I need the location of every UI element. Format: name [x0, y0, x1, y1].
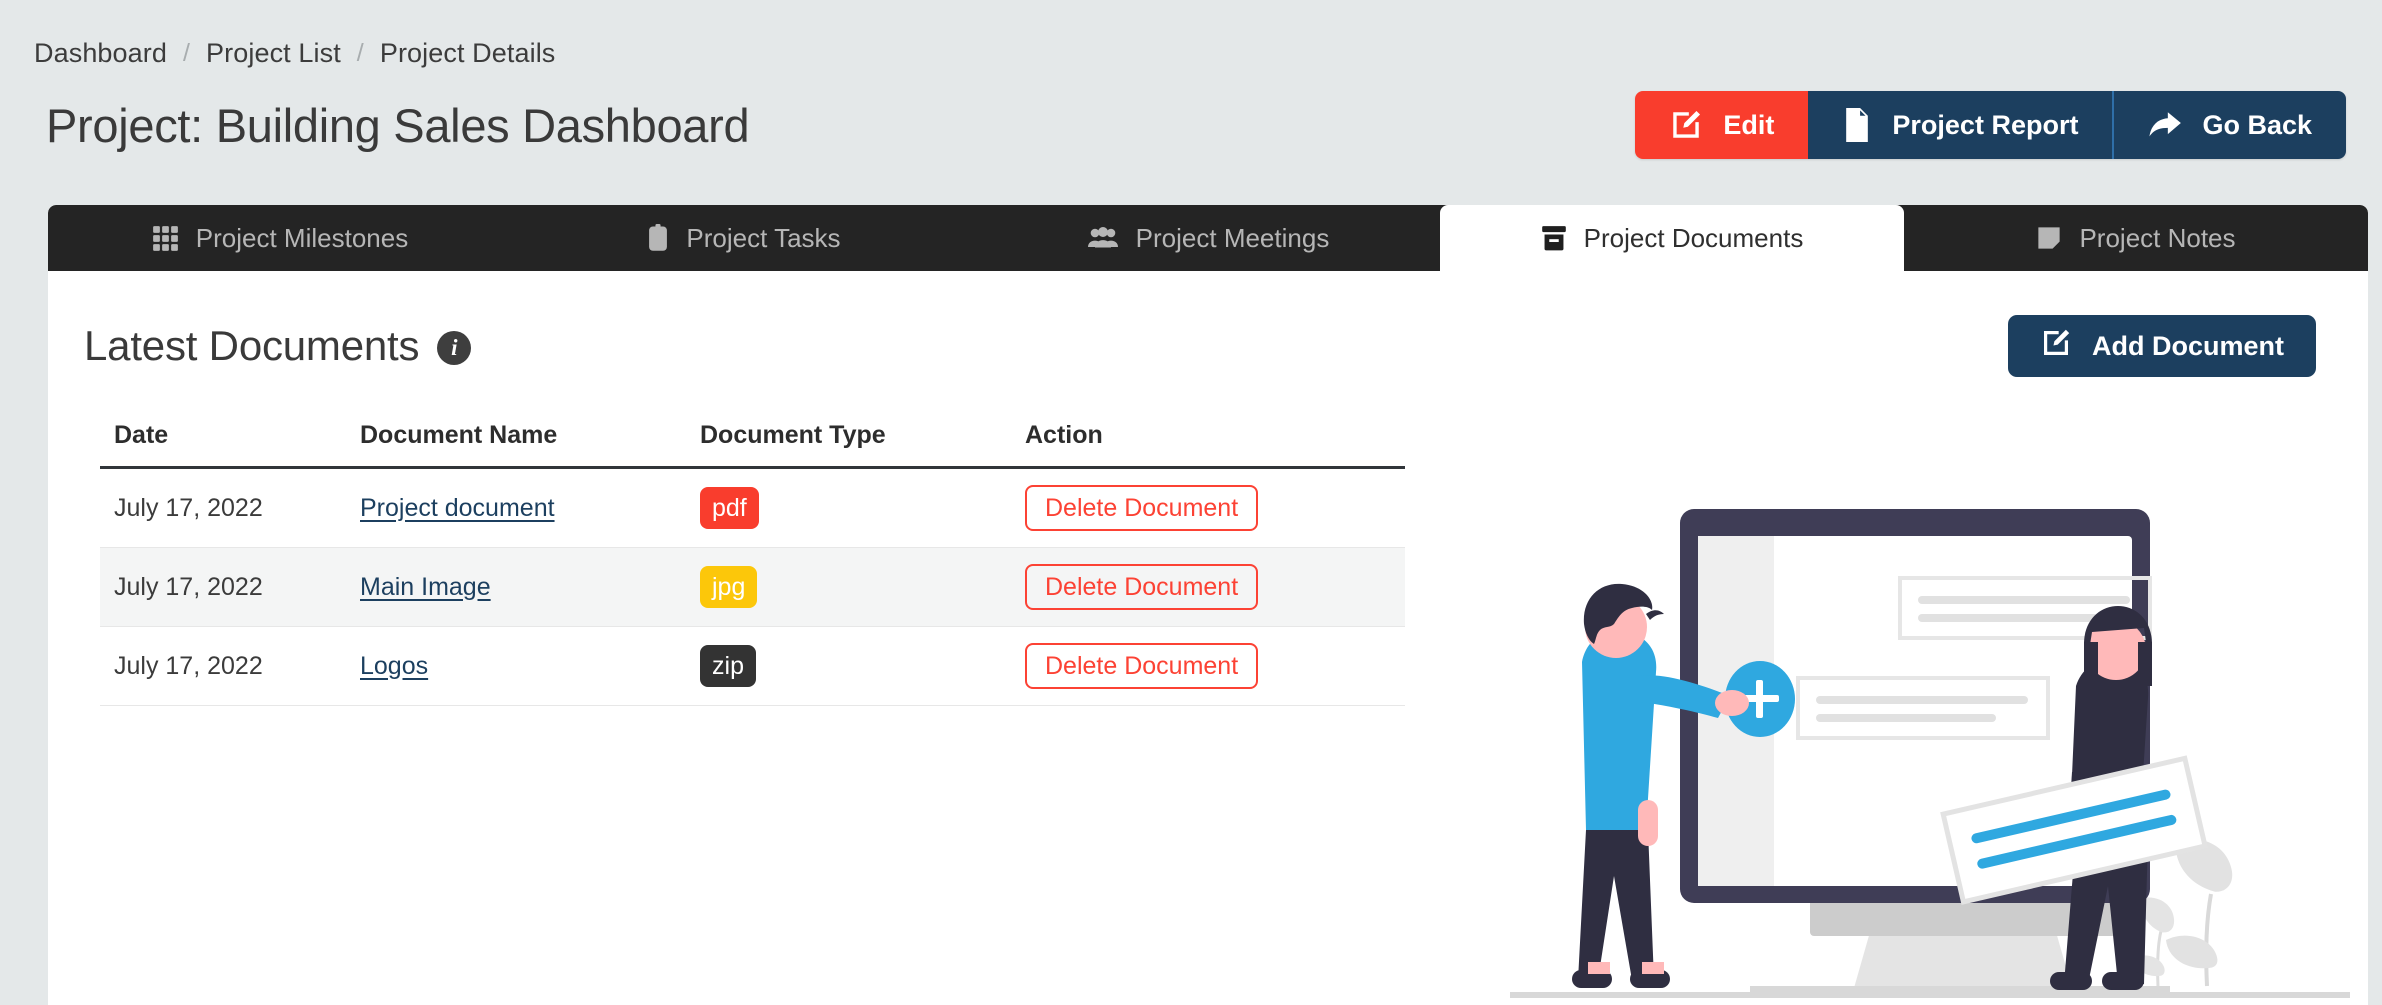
edit-button[interactable]: Edit [1635, 91, 1809, 159]
document-type-badge: jpg [700, 566, 758, 608]
cell-document-name: Project document [360, 467, 700, 548]
grid-icon [152, 225, 179, 252]
document-link[interactable]: Logos [360, 652, 428, 680]
people-adding-content-illustration [1510, 500, 2350, 1005]
documents-table-wrap: Date Document Name Document Type Action … [48, 377, 1423, 706]
delete-document-button[interactable]: Delete Document [1025, 564, 1259, 610]
breadcrumb-item-project-details: Project Details [379, 38, 556, 68]
column-header-document-name: Document Name [360, 421, 700, 469]
tab-label: Project Meetings [1135, 222, 1330, 253]
tab-label: Project Notes [2079, 222, 2236, 253]
cell-date: July 17, 2022 [100, 626, 360, 706]
breadcrumb-separator: / [183, 39, 191, 67]
cell-action: Delete Document [1025, 547, 1405, 627]
tab-project-milestones[interactable]: Project Milestones [48, 205, 512, 271]
table-row: July 17, 2022 Project document pdf Delet… [100, 467, 1405, 548]
tab-label: Project Documents [1583, 222, 1804, 253]
breadcrumb-separator: / [356, 39, 364, 67]
table-row: July 17, 2022 Logos zip Delete Document [100, 626, 1405, 706]
tab-project-tasks[interactable]: Project Tasks [512, 205, 976, 271]
page-title: Project: Building Sales Dashboard [46, 98, 750, 152]
tab-bar: Project Milestones Project Tasks Project… [48, 205, 2368, 271]
column-header-date: Date [100, 421, 360, 469]
cell-document-type: zip [700, 626, 1025, 706]
add-document-button[interactable]: Add Document [2008, 315, 2316, 377]
go-back-button-label: Go Back [2202, 109, 2312, 140]
table-head: Date Document Name Document Type Action [100, 421, 1405, 469]
arrow-reply-icon [2148, 110, 2182, 140]
cell-date: July 17, 2022 [100, 547, 360, 627]
cell-document-type: jpg [700, 547, 1025, 627]
document-link[interactable]: Main Image [360, 573, 491, 601]
delete-document-button[interactable]: Delete Document [1025, 485, 1259, 531]
tab-label: Project Milestones [195, 222, 409, 253]
column-header-document-type: Document Type [700, 421, 1025, 469]
header-action-buttons: Edit Project Report Go Back [1635, 91, 2346, 159]
add-document-button-label: Add Document [2092, 330, 2284, 361]
breadcrumb: Dashboard / Project List / Project Detai… [0, 0, 2382, 69]
page-header: Project: Building Sales Dashboard Edit P… [0, 69, 2382, 159]
plant-decoration [2133, 839, 2233, 988]
project-documents-panel: Latest Documents i Add Document Date Doc… [48, 271, 2368, 1005]
sticky-note-icon [2036, 225, 2062, 251]
document-link[interactable]: Project document [360, 494, 555, 522]
document-type-badge: pdf [700, 487, 759, 529]
tab-project-meetings[interactable]: Project Meetings [976, 205, 1440, 271]
illustration-person-left [1572, 583, 1749, 988]
documents-table: Date Document Name Document Type Action … [100, 421, 1405, 706]
edit-button-label: Edit [1723, 109, 1775, 140]
cell-document-name: Main Image [360, 547, 700, 627]
table-row: July 17, 2022 Main Image jpg Delete Docu… [100, 547, 1405, 627]
section-header: Latest Documents i Add Document [48, 271, 2368, 377]
people-icon [1087, 226, 1119, 250]
project-report-button-label: Project Report [1892, 109, 2079, 140]
cell-action: Delete Document [1025, 626, 1405, 706]
clipboard-icon [647, 224, 669, 252]
breadcrumb-item-project-list[interactable]: Project List [206, 38, 341, 69]
cell-action: Delete Document [1025, 467, 1405, 548]
tab-project-notes[interactable]: Project Notes [1904, 205, 2368, 271]
cell-document-name: Logos [360, 626, 700, 706]
column-header-action: Action [1025, 421, 1405, 469]
project-report-button[interactable]: Project Report [1808, 91, 2115, 159]
go-back-button[interactable]: Go Back [2114, 91, 2346, 159]
tab-label: Project Tasks [686, 222, 841, 253]
section-title: Latest Documents [84, 322, 420, 369]
document-icon [1842, 108, 1872, 142]
breadcrumb-item-dashboard[interactable]: Dashboard [34, 38, 167, 69]
tab-project-documents[interactable]: Project Documents [1440, 205, 1904, 271]
cell-document-type: pdf [700, 467, 1025, 548]
archive-box-icon [1541, 225, 1567, 251]
cell-date: July 17, 2022 [100, 467, 360, 548]
info-icon[interactable]: i [437, 331, 472, 365]
delete-document-button[interactable]: Delete Document [1025, 643, 1259, 689]
table-body: July 17, 2022 Project document pdf Delet… [100, 467, 1405, 706]
edit-pencil-icon [1669, 108, 1703, 142]
illustration-person-right [1984, 606, 2162, 990]
edit-pencil-icon [2040, 327, 2072, 366]
project-details-card: Project Milestones Project Tasks Project… [48, 205, 2368, 1005]
table-header-row: Date Document Name Document Type Action [100, 421, 1405, 469]
section-title-wrap: Latest Documents i [84, 322, 472, 370]
document-type-badge: zip [700, 645, 756, 687]
